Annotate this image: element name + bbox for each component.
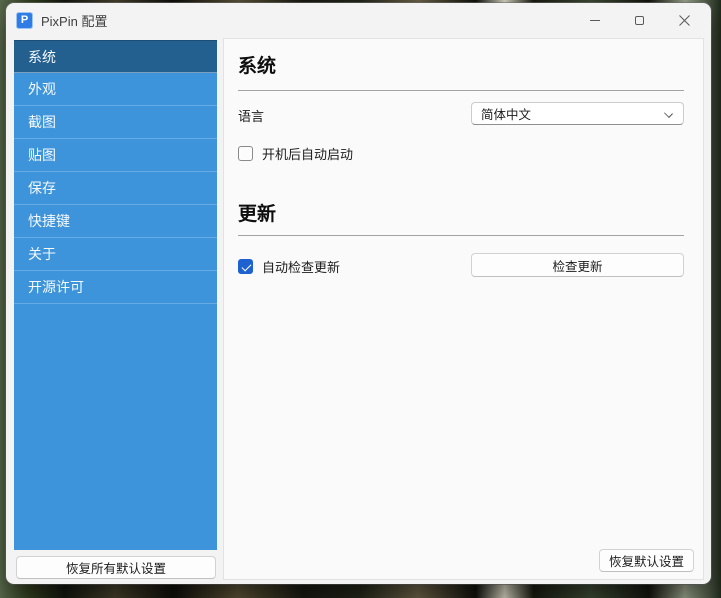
pixpin-settings-window: P PixPin 配置 系统 外观 截图 贴图 保存 <box>6 3 711 584</box>
window-title: PixPin 配置 <box>41 11 107 30</box>
divider-update <box>238 235 684 236</box>
pixpin-logo-icon: P <box>16 12 33 29</box>
check-update-button[interactable]: 检查更新 <box>471 253 684 277</box>
autostart-checkbox[interactable] <box>238 146 253 161</box>
sidebar-item-license[interactable]: 开源许可 <box>14 271 217 304</box>
sidebar-item-save[interactable]: 保存 <box>14 172 217 205</box>
sidebar-item-hotkeys[interactable]: 快捷键 <box>14 205 217 238</box>
minimize-button[interactable] <box>572 3 617 37</box>
autocheck-update-checkbox[interactable] <box>238 259 253 274</box>
sidebar-item-system[interactable]: 系统 <box>14 40 217 73</box>
chevron-down-icon <box>664 109 673 118</box>
reset-defaults-button[interactable]: 恢复默认设置 <box>599 549 694 572</box>
close-icon <box>679 15 690 26</box>
sidebar-item-pin[interactable]: 贴图 <box>14 139 217 172</box>
autostart-row[interactable]: 开机后自动启动 <box>238 144 353 163</box>
divider-system <box>238 90 684 91</box>
autocheck-update-label: 自动检查更新 <box>262 257 340 276</box>
autostart-label: 开机后自动启动 <box>262 144 353 163</box>
title-bar[interactable]: P PixPin 配置 <box>6 3 711 37</box>
reset-all-defaults-button[interactable]: 恢复所有默认设置 <box>16 556 216 579</box>
close-button[interactable] <box>662 3 707 37</box>
section-title-update: 更新 <box>238 199 276 226</box>
settings-panel: 系统 语言 简体中文 开机后自动启动 更新 自动检查更新 检查更新 恢复默认设置 <box>223 38 704 580</box>
sidebar-item-appearance[interactable]: 外观 <box>14 73 217 106</box>
maximize-icon <box>635 16 644 25</box>
window-controls <box>572 3 707 37</box>
section-title-system: 系统 <box>238 51 276 78</box>
language-select[interactable]: 简体中文 <box>471 102 684 125</box>
minimize-icon <box>590 20 600 21</box>
sidebar-item-screenshot[interactable]: 截图 <box>14 106 217 139</box>
language-label: 语言 <box>238 106 264 125</box>
settings-sidebar: 系统 外观 截图 贴图 保存 快捷键 关于 开源许可 <box>14 40 217 550</box>
autocheck-update-row[interactable]: 自动检查更新 <box>238 257 340 276</box>
language-select-value: 简体中文 <box>481 104 531 123</box>
sidebar-item-about[interactable]: 关于 <box>14 238 217 271</box>
maximize-button[interactable] <box>617 3 662 37</box>
